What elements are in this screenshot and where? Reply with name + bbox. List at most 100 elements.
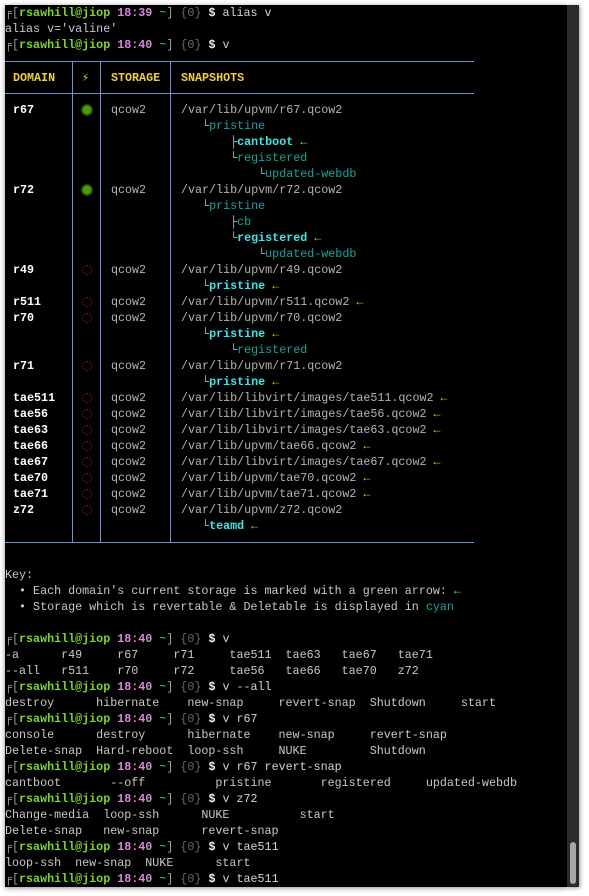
table-row: r70 qcow2/var/lib/upvm/r70.qcow2 xyxy=(5,310,474,326)
prompt-dollar: $ xyxy=(208,38,216,52)
prompt-time: 18:40 xyxy=(117,712,153,726)
snapshot-name: /var/lib/upvm/r511.qcow2 xyxy=(181,295,350,309)
tree-connector: └ xyxy=(181,151,238,165)
snapshot-entry: └pristine ← xyxy=(181,326,279,342)
current-arrow-icon: ← xyxy=(272,327,280,341)
prompt-user: rsawhill@jiop xyxy=(19,840,111,854)
tree-connector: ├ xyxy=(181,215,238,229)
prompt-jobs: {0} xyxy=(180,712,202,726)
snapshot-tree-row: └registered ← xyxy=(5,230,474,246)
snapshot-tree-row: └teamd ← xyxy=(5,518,474,534)
prompt-jobs: {0} xyxy=(180,632,202,646)
snapshot-name: /var/lib/upvm/tae66.qcow2 xyxy=(181,439,357,453)
power-icon: ⚡ xyxy=(82,71,90,85)
header-snapshots: SNAPSHOTS xyxy=(181,71,245,85)
scrollbar[interactable] xyxy=(567,5,579,887)
terminal-window[interactable]: ╒[rsawhill@jiop 18:39 ~] {0} $ alias v al… xyxy=(5,5,567,887)
current-arrow-icon: ← xyxy=(272,375,280,389)
storage-type: qcow2 xyxy=(111,487,147,501)
storage-type: qcow2 xyxy=(111,103,147,117)
power-off-icon xyxy=(82,489,92,499)
prompt-corner: ╒[ xyxy=(5,760,20,774)
domain-name: r511 xyxy=(13,295,42,309)
current-arrow-icon: ← xyxy=(433,407,441,421)
prompt-bracket: ] xyxy=(166,792,174,806)
table-row: tae56 qcow2/var/lib/libvirt/images/tae56.… xyxy=(5,406,474,422)
header-storage: STORAGE xyxy=(111,71,161,85)
snapshot-entry: └updated-webdb xyxy=(181,166,356,182)
current-arrow-icon: ← xyxy=(433,423,441,437)
key-title: Key: xyxy=(5,568,34,582)
prompt-line: ╒[rsawhill@jiop 18:40 ~] {0} $ v r67 rev… xyxy=(5,759,567,775)
table-row: r511 qcow2/var/lib/upvm/r511.qcow2 ← xyxy=(5,294,474,310)
prompt-user: rsawhill@jiop xyxy=(19,6,111,20)
current-arrow-icon: ← xyxy=(300,135,308,149)
domain-name: tae66 xyxy=(13,439,49,453)
prompt-command: v xyxy=(222,632,230,646)
snapshot-tree-row: └pristine xyxy=(5,118,474,134)
snapshot-entry: /var/lib/upvm/tae71.qcow2 ← xyxy=(181,486,370,502)
terminal-output-bottom: ╒[rsawhill@jiop 18:40 ~] {0} $ v -a r49 r… xyxy=(5,615,567,887)
prompt-corner: ╒[ xyxy=(5,840,20,854)
prompt-command: v --all xyxy=(222,680,272,694)
output-line: --all r511 r70 r72 tae56 tae66 tae70 z72 xyxy=(5,664,419,678)
power-on-icon xyxy=(82,185,92,195)
prompt-time: 18:40 xyxy=(117,872,153,886)
snapshot-entry: └registered xyxy=(181,150,307,166)
table-row: r67 qcow2/var/lib/upvm/r67.qcow2 xyxy=(5,102,474,118)
snapshot-name: /var/lib/upvm/r72.qcow2 xyxy=(181,183,343,197)
storage-type: qcow2 xyxy=(111,407,147,421)
current-arrow-icon: ← xyxy=(363,471,371,485)
power-on-icon xyxy=(82,105,92,115)
power-off-icon xyxy=(82,393,92,403)
prompt-user: rsawhill@jiop xyxy=(19,712,111,726)
snapshot-tree-row: ├cantboot ← xyxy=(5,134,474,150)
table-row: tae66 qcow2/var/lib/upvm/tae66.qcow2 ← xyxy=(5,438,474,454)
domain-table: DOMAIN ⚡ STORAGE SNAPSHOTS r67 qcow2/var/… xyxy=(5,61,474,543)
tree-connector: └ xyxy=(181,119,210,133)
prompt-corner: ╒[ xyxy=(5,632,20,646)
tree-connector: └ xyxy=(181,279,210,293)
power-off-icon xyxy=(82,361,92,371)
domain-name: tae70 xyxy=(13,471,49,485)
power-off-icon xyxy=(82,265,92,275)
snapshot-name: cantboot xyxy=(237,135,294,149)
table-row: r72 qcow2/var/lib/upvm/r72.qcow2 xyxy=(5,182,474,198)
domain-name: r70 xyxy=(13,311,35,325)
output-line: loop-ssh new-snap NUKE start xyxy=(5,856,251,870)
prompt-line: ╒[rsawhill@jiop 18:39 ~] {0} $ alias v xyxy=(5,5,567,21)
tree-connector: └ xyxy=(181,519,210,533)
domain-name: tae71 xyxy=(13,487,49,501)
output-line: Delete-snap Hard-reboot loop-ssh NUKE Sh… xyxy=(5,744,426,758)
prompt-line: ╒[rsawhill@jiop 18:40 ~] {0} $ v xyxy=(5,37,567,53)
current-arrow-icon: ← xyxy=(363,439,371,453)
prompt-dollar: $ xyxy=(208,840,216,854)
snapshot-entry: /var/lib/upvm/r511.qcow2 ← xyxy=(181,294,363,310)
tree-connector: ├ xyxy=(181,135,238,149)
snapshot-tree-row: └registered xyxy=(5,342,474,358)
snapshot-name: pristine xyxy=(209,375,266,389)
power-off-icon xyxy=(82,505,92,515)
header-domain: DOMAIN xyxy=(13,71,56,85)
scrollbar-thumb[interactable] xyxy=(570,842,576,884)
domain-name: r49 xyxy=(13,263,35,277)
prompt-jobs: {0} xyxy=(180,680,202,694)
snapshot-entry: └registered ← xyxy=(181,230,321,246)
snapshot-entry: └pristine xyxy=(181,198,265,214)
snapshot-name: updated-webdb xyxy=(265,247,357,261)
prompt-jobs: {0} xyxy=(180,6,202,20)
storage-type: qcow2 xyxy=(111,359,147,373)
prompt-dollar: $ xyxy=(208,632,216,646)
prompt-command: v z72 xyxy=(222,792,258,806)
snapshot-entry: /var/lib/libvirt/images/tae56.qcow2 ← xyxy=(181,406,441,422)
prompt-command: v tae511 xyxy=(222,872,279,886)
tree-connector: └ xyxy=(181,231,238,245)
table-body: r67 qcow2/var/lib/upvm/r67.qcow2 └pristin… xyxy=(5,94,474,542)
snapshot-entry: └registered xyxy=(181,342,307,358)
prompt-command: v r67 xyxy=(222,712,258,726)
prompt-dollar: $ xyxy=(208,6,216,20)
current-arrow-icon: ← xyxy=(440,391,448,405)
snapshot-name: /var/lib/upvm/r70.qcow2 xyxy=(181,311,343,325)
table-row: r49 qcow2/var/lib/upvm/r49.qcow2 xyxy=(5,262,474,278)
snapshot-tree-row: ├cb xyxy=(5,214,474,230)
